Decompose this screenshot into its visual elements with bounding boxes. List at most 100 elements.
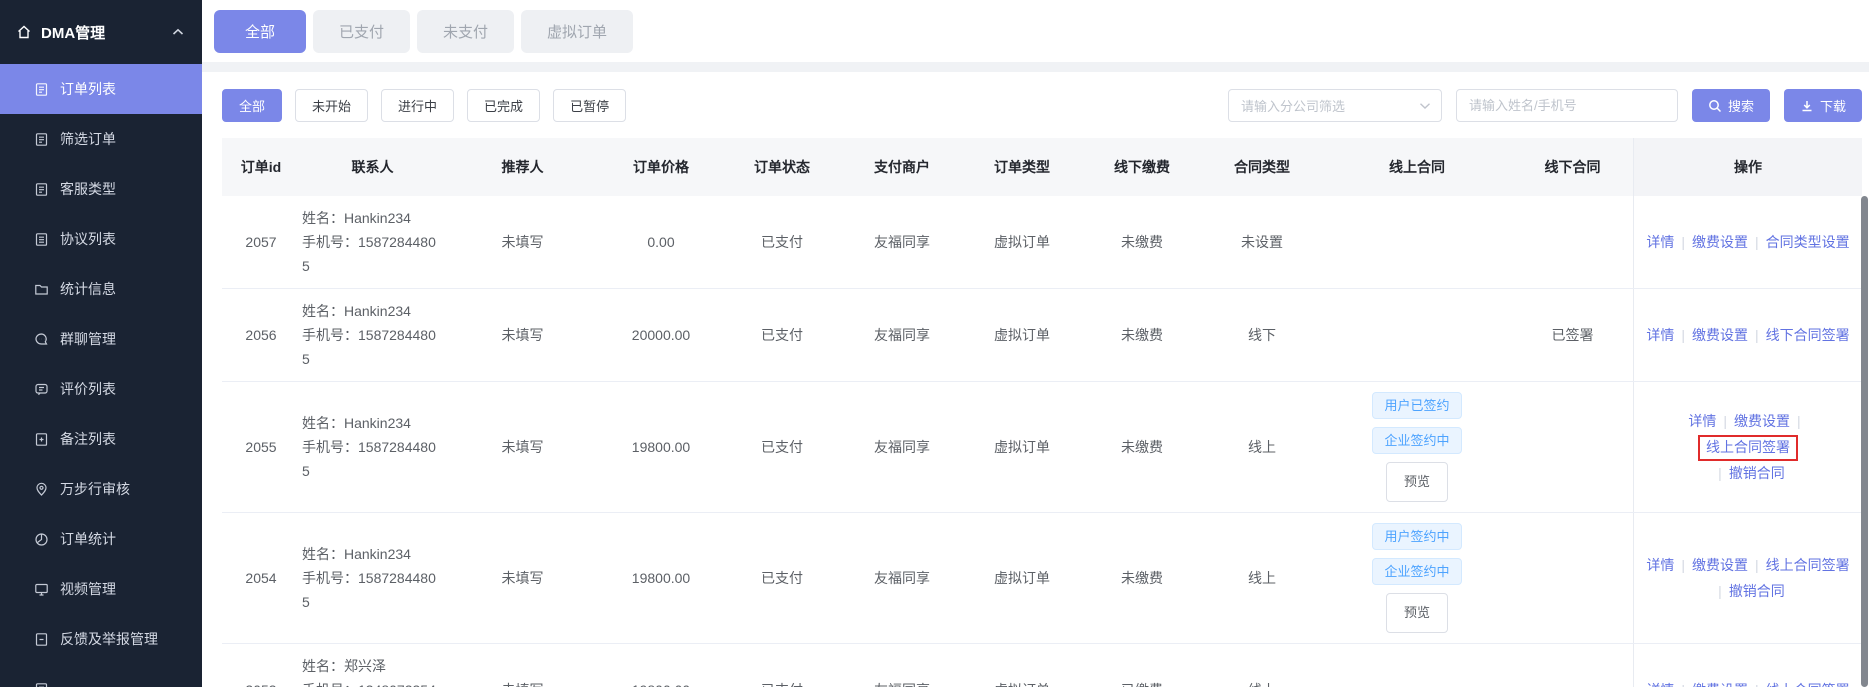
- sidebar-item-万步行审核[interactable]: 万步行审核: [0, 464, 202, 514]
- sidebar-item-视频管理[interactable]: 视频管理: [0, 564, 202, 614]
- contact-cell: 姓名：Hankin234 手机号：1587284480 5: [300, 196, 445, 288]
- action-separator: |: [1723, 413, 1727, 429]
- sidebar-item-label: 协议列表: [60, 231, 116, 247]
- preview-button[interactable]: 预览: [1385, 462, 1448, 502]
- action-line: 详情 | 缴费设置 | 合同类型设置: [1646, 229, 1849, 255]
- action-separator: |: [1755, 234, 1759, 250]
- filter-button-进行中[interactable]: 进行中: [381, 89, 455, 122]
- contract-type-cell: 线下: [1248, 327, 1276, 343]
- contact-line: 手机号：1587284480: [302, 570, 436, 586]
- contact-line: 姓名：Hankin234: [302, 415, 411, 431]
- action-link-详情[interactable]: 详情: [1646, 234, 1674, 250]
- sidebar-item-订单列表[interactable]: 订单列表: [0, 64, 202, 114]
- search-button[interactable]: 搜索: [1691, 89, 1770, 122]
- action-link-详情[interactable]: 详情: [1646, 682, 1674, 687]
- action-link-缴费设置[interactable]: 缴费设置: [1692, 557, 1748, 573]
- preview-button[interactable]: 预览: [1385, 593, 1448, 633]
- sidebar-header[interactable]: DMA管理: [0, 0, 202, 64]
- sidebar-item-客服类型[interactable]: 客服类型: [0, 164, 202, 214]
- sidebar-item-备注列表[interactable]: 备注列表: [0, 414, 202, 464]
- action-separator: |: [1681, 234, 1685, 250]
- merchant-cell: 友福同享: [874, 327, 930, 343]
- search-icon: [1708, 99, 1722, 113]
- contact-cell: 姓名：郑兴泽手机号：13480723547: [300, 644, 445, 687]
- actions-cell: 详情 | 缴费设置 | 线上合同签署 | 撤销合同: [1633, 513, 1862, 643]
- sidebar-item-partial[interactable]: [0, 664, 202, 687]
- offline-pay-cell: 未缴费: [1121, 234, 1163, 250]
- action-link-线上合同签署[interactable]: 线上合同签署: [1766, 557, 1850, 573]
- chevron-up-icon[interactable]: [172, 28, 184, 36]
- online-contract-status-stack: 用户已签约 企业签约中 预览: [1328, 392, 1506, 502]
- sidebar-item-协议列表[interactable]: 协议列表: [0, 214, 202, 264]
- offline-pay-cell: 未缴费: [1121, 327, 1163, 343]
- order-id-cell: 2053: [222, 668, 300, 687]
- tab-未支付[interactable]: 未支付: [417, 10, 515, 53]
- action-link-详情[interactable]: 详情: [1688, 413, 1716, 429]
- status-badge-用户已签约: 用户已签约: [1372, 392, 1462, 419]
- contact-line: 5: [302, 463, 310, 479]
- column-header-订单id: 订单id: [240, 159, 282, 175]
- filter-button-未开始[interactable]: 未开始: [295, 89, 369, 122]
- filter-button-全部[interactable]: 全部: [222, 89, 283, 122]
- table-row: 2054 姓名：Hankin234 手机号：1587284480 5 未填写 19800.…: [222, 513, 1862, 644]
- contact-line: 姓名：Hankin234: [302, 210, 411, 226]
- offline-pay-cell: 未缴费: [1121, 439, 1163, 455]
- action-link-详情[interactable]: 详情: [1646, 557, 1674, 573]
- filter-button-已暂停[interactable]: 已暂停: [553, 89, 627, 122]
- contact-line: 5: [302, 594, 310, 610]
- action-line: 详情 | 缴费设置 | 线上合同签署: [1646, 552, 1849, 578]
- action-link-撤销合同[interactable]: 撤销合同: [1729, 583, 1785, 599]
- sidebar-item-订单统计[interactable]: 订单统计: [0, 514, 202, 564]
- action-link-缴费设置[interactable]: 缴费设置: [1692, 234, 1748, 250]
- sidebar-item-反馈及举报管理[interactable]: 反馈及举报管理: [0, 614, 202, 664]
- merchant-cell: 友福同享: [874, 439, 930, 455]
- contact-line: 手机号：1348072354: [302, 678, 439, 687]
- contact-line: 姓名：Hankin234: [302, 546, 411, 562]
- company-filter-placeholder: 请输入分公司筛选: [1240, 99, 1345, 114]
- doc-text-icon: [34, 182, 49, 197]
- sidebar-item-评价列表[interactable]: 评价列表: [0, 364, 202, 414]
- tab-全部[interactable]: 全部: [214, 10, 306, 53]
- price-cell: 19800.00: [631, 570, 691, 586]
- status-badge-用户签约中: 用户签约中: [1372, 523, 1462, 550]
- action-line: 详情 | 缴费设置 | 线上合同签署: [1646, 677, 1849, 687]
- sidebar-item-label: 备注列表: [60, 431, 116, 447]
- table-row: 2053姓名：郑兴泽手机号：13480723547未填写19800.00已支付友…: [222, 644, 1862, 687]
- action-link-缴费设置[interactable]: 缴费设置: [1734, 413, 1790, 429]
- offline-contract-cell: [1512, 232, 1633, 252]
- contact-line: 姓名：郑兴泽: [302, 658, 386, 674]
- contact-line: 手机号：1587284480: [302, 234, 436, 250]
- vertical-scrollbar[interactable]: [1861, 196, 1868, 687]
- action-link-缴费设置[interactable]: 缴费设置: [1692, 327, 1748, 343]
- action-link-线上合同签署[interactable]: 线上合同签署: [1766, 682, 1850, 687]
- sidebar-item-统计信息[interactable]: 统计信息: [0, 264, 202, 314]
- action-link-详情[interactable]: 详情: [1646, 327, 1674, 343]
- sidebar-item-筛选订单[interactable]: 筛选订单: [0, 114, 202, 164]
- tab-虚拟订单[interactable]: 虚拟订单: [521, 10, 634, 53]
- company-filter-select[interactable]: 请输入分公司筛选: [1227, 89, 1442, 122]
- action-link-合同类型设置[interactable]: 合同类型设置: [1766, 234, 1850, 250]
- action-separator: |: [1681, 327, 1685, 343]
- action-link-线下合同签署[interactable]: 线下合同签署: [1766, 327, 1850, 343]
- tab-已支付[interactable]: 已支付: [313, 10, 411, 53]
- action-link-撤销合同[interactable]: 撤销合同: [1729, 465, 1785, 481]
- status-cell: 已支付: [722, 668, 842, 687]
- search-button-label: 搜索: [1727, 99, 1754, 114]
- action-link-缴费设置[interactable]: 缴费设置: [1692, 682, 1748, 687]
- sidebar-item-label: 统计信息: [60, 281, 116, 297]
- column-header-联系人: 联系人: [351, 159, 394, 175]
- sidebar-item-label: 客服类型: [60, 181, 116, 197]
- action-link-线上合同签署-highlighted[interactable]: 线上合同签署: [1698, 435, 1798, 461]
- contract-type-cell: 线上: [1248, 439, 1276, 455]
- contact-cell: 姓名：Hankin234 手机号：1587284480 5: [300, 532, 445, 624]
- name-phone-input[interactable]: [1455, 89, 1678, 122]
- contract-type-cell: 线上: [1248, 570, 1276, 586]
- sidebar-item-群聊管理[interactable]: 群聊管理: [0, 314, 202, 364]
- filter-button-已完成[interactable]: 已完成: [467, 89, 541, 122]
- sidebar-menu: 订单列表 筛选订单客服类型协议列表统计信息群聊管理 评价列表备注列表万步行审核 订单统…: [0, 64, 202, 687]
- chevron-down-icon: [1419, 102, 1431, 110]
- action-separator: |: [1755, 327, 1759, 343]
- download-button[interactable]: 下载: [1783, 89, 1862, 122]
- column-header-支付商户: 支付商户: [874, 159, 930, 175]
- online-contract-cell: [1322, 325, 1512, 345]
